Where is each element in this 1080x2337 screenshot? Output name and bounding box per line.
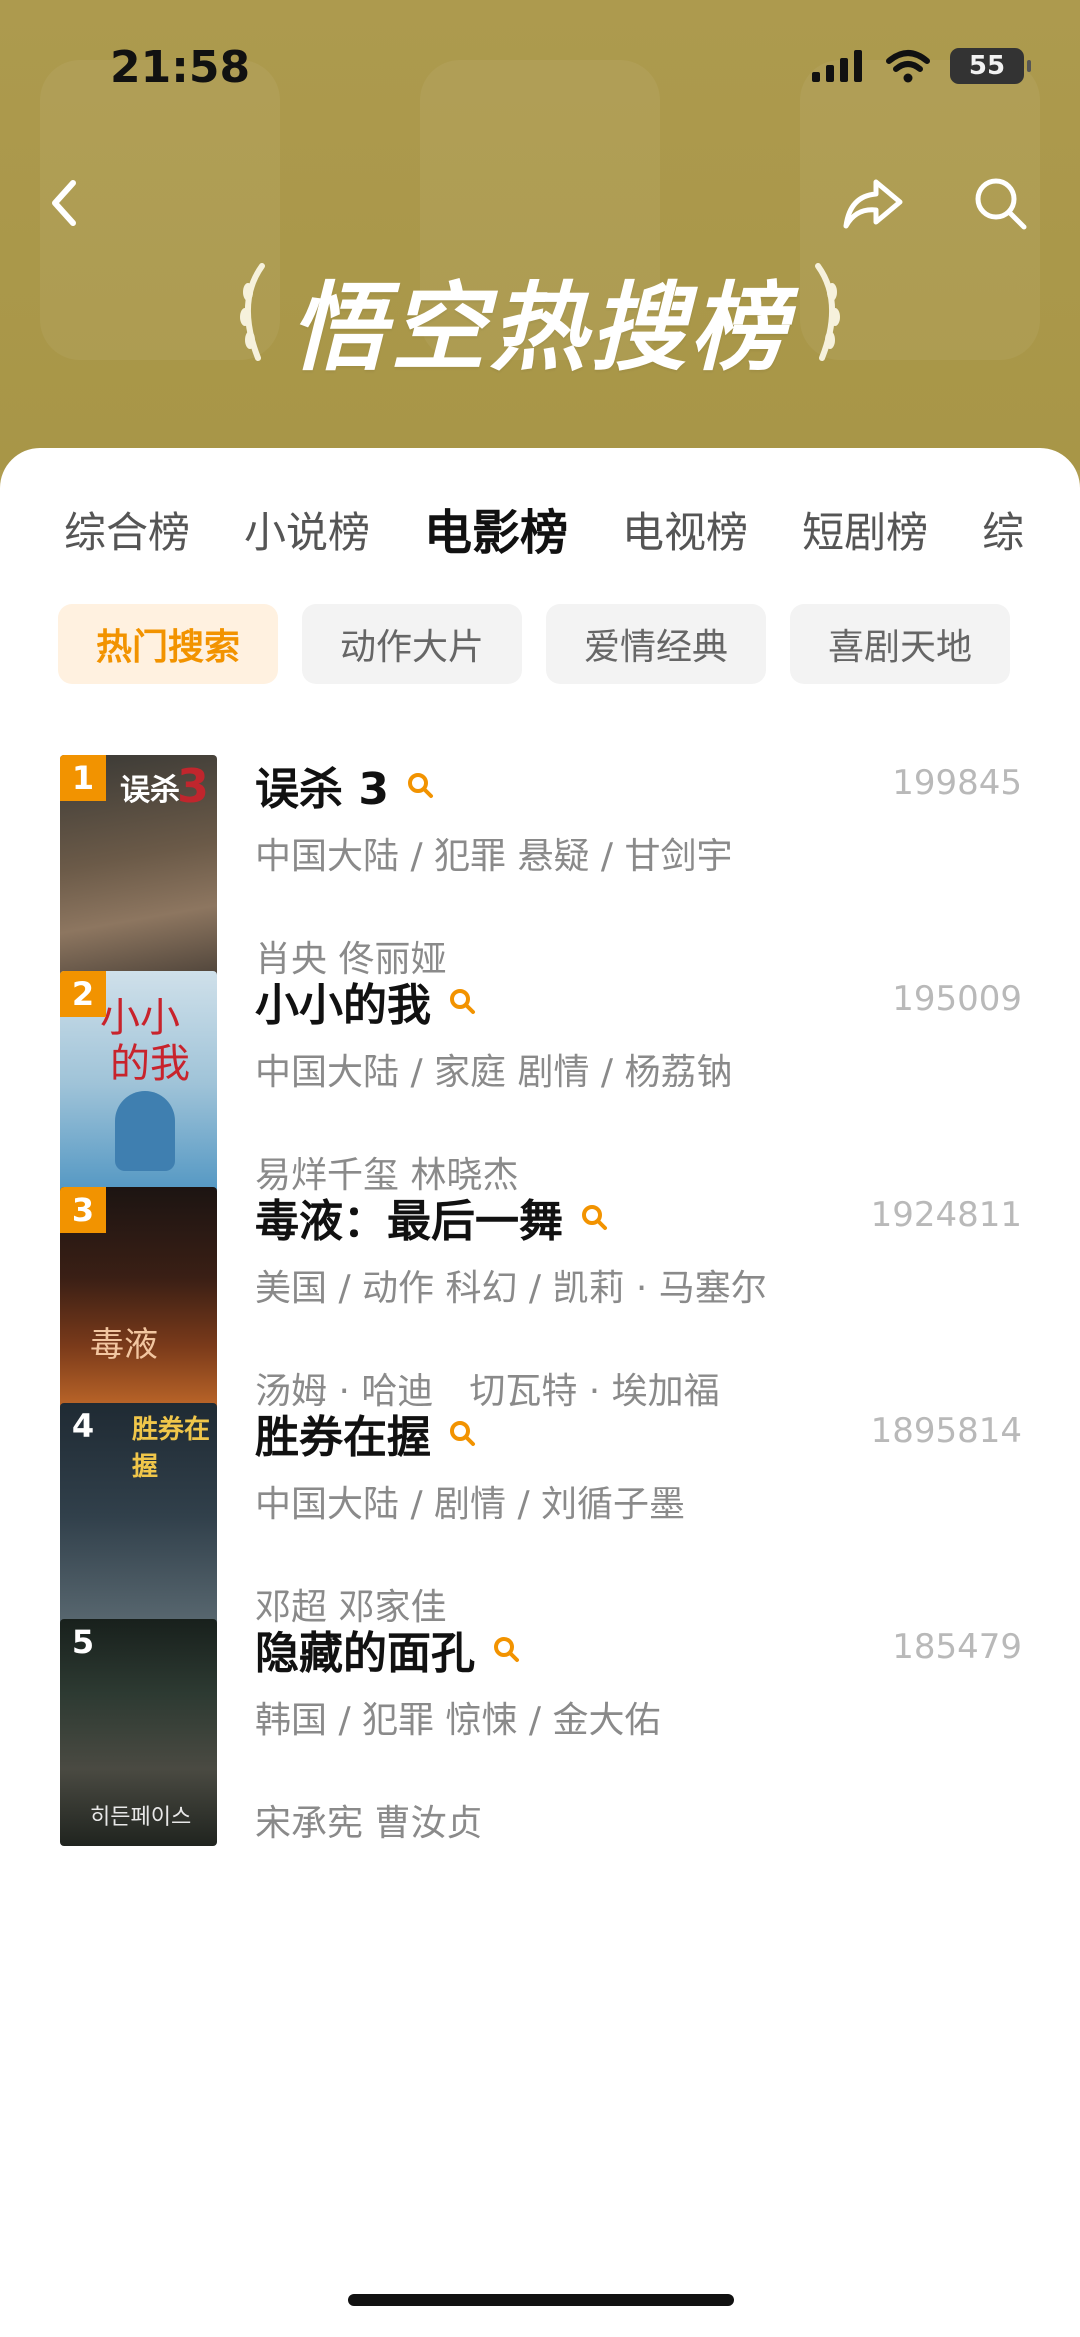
title-row: 小小的我 — [255, 971, 477, 1031]
movie-meta: 韩国 / 犯罪 惊悚 / 金大佑 — [255, 1700, 661, 1741]
wifi-icon — [886, 50, 930, 83]
rank-badge: 4 — [71, 1407, 95, 1445]
movie-title: 胜券在握 — [255, 1412, 431, 1463]
signal-icon — [812, 50, 862, 82]
rank-badge: 3 — [60, 1187, 106, 1233]
list-item[interactable]: 胜券在握 4 胜券在握 1895814 中国大陆 / 剧情 / 刘循子墨 邓超 … — [0, 1403, 1080, 1633]
home-indicator[interactable] — [348, 2294, 734, 2306]
banner-title: 悟空热搜榜 — [290, 272, 790, 384]
hot-score: 1924811 — [870, 1195, 1022, 1235]
movie-title: 误杀 3 — [255, 764, 389, 815]
list-item[interactable]: 히든페이스 5 隐藏的面孔 185479 韩国 / 犯罪 惊悚 / 金大佑 宋承… — [0, 1619, 1080, 1849]
chip-hot-search[interactable]: 热门搜索 — [58, 604, 278, 684]
banner: 悟空热搜榜 — [0, 250, 1080, 389]
movie-title: 隐藏的面孔 — [255, 1628, 475, 1679]
hot-score: 185479 — [892, 1627, 1022, 1667]
category-tabs: 综合榜 小说榜 电影榜 电视榜 短剧榜 综 — [64, 503, 1024, 563]
title-row: 胜券在握 — [255, 1403, 477, 1463]
hot-score: 1895814 — [870, 1411, 1022, 1451]
movie-poster[interactable]: 히든페이스 5 — [60, 1619, 217, 1846]
rank-badge: 5 — [71, 1623, 95, 1661]
hot-score: 199845 — [892, 763, 1022, 803]
movie-poster[interactable]: 误杀 3 1 — [60, 755, 217, 982]
search-icon[interactable] — [491, 1634, 521, 1664]
share-button[interactable] — [838, 168, 908, 238]
search-icon — [975, 178, 1027, 230]
rank-badge: 2 — [60, 971, 106, 1017]
title-row: 误杀 3 — [255, 755, 435, 815]
status-icons: 55 — [812, 48, 1031, 84]
list-item[interactable]: 毒液 3 毒液：最后一舞 1924811 美国 / 动作 科幻 / 凯莉 · 马… — [0, 1187, 1080, 1417]
search-icon[interactable] — [405, 770, 435, 800]
rank-badge: 1 — [60, 755, 106, 801]
status-time: 21:58 — [110, 42, 251, 93]
battery-icon: 55 — [950, 48, 1031, 84]
movie-meta: 中国大陆 / 剧情 / 刘循子墨 — [255, 1484, 686, 1525]
tab-short-drama[interactable]: 短剧榜 — [802, 503, 928, 563]
chip-romance[interactable]: 爱情经典 — [546, 604, 766, 684]
movie-cast: 宋承宪 曹汝贞 — [255, 1803, 483, 1844]
tab-tv[interactable]: 电视榜 — [622, 503, 748, 563]
movie-title: 毒液：最后一舞 — [255, 1196, 563, 1247]
movie-poster[interactable]: 胜券在握 4 — [60, 1403, 217, 1630]
movie-meta: 中国大陆 / 家庭 剧情 / 杨荔钠 — [255, 1052, 733, 1093]
hot-score: 195009 — [892, 979, 1022, 1019]
movie-title: 小小的我 — [255, 980, 431, 1031]
title-row: 毒液：最后一舞 — [255, 1187, 609, 1247]
tab-novel[interactable]: 小说榜 — [244, 503, 370, 563]
filter-chips: 热门搜索 动作大片 爱情经典 喜剧天地 — [58, 604, 1010, 684]
search-button[interactable] — [965, 168, 1035, 238]
back-icon — [52, 180, 76, 226]
tab-comprehensive[interactable]: 综合榜 — [64, 503, 190, 563]
search-icon[interactable] — [579, 1202, 609, 1232]
chip-comedy[interactable]: 喜剧天地 — [790, 604, 1010, 684]
list-item[interactable]: 小小 的我 2 小小的我 195009 中国大陆 / 家庭 剧情 / 杨荔钠 易… — [0, 971, 1080, 1201]
search-icon[interactable] — [447, 986, 477, 1016]
movie-poster[interactable]: 毒液 3 — [60, 1187, 217, 1414]
search-icon[interactable] — [447, 1418, 477, 1448]
tab-variety-partial[interactable]: 综 — [982, 503, 1024, 563]
chip-action[interactable]: 动作大片 — [302, 604, 522, 684]
content-sheet: 综合榜 小说榜 电影榜 电视榜 短剧榜 综 热门搜索 动作大片 爱情经典 喜剧天… — [0, 448, 1080, 2337]
back-button[interactable] — [30, 168, 100, 238]
list-item[interactable]: 误杀 3 1 误杀 3 199845 中国大陆 / 犯罪 悬疑 / 甘剑宇 肖央… — [0, 755, 1080, 985]
title-row: 隐藏的面孔 — [255, 1619, 521, 1679]
movie-meta: 中国大陆 / 犯罪 悬疑 / 甘剑宇 — [255, 836, 733, 877]
movie-meta: 美国 / 动作 科幻 / 凯莉 · 马塞尔 — [255, 1268, 767, 1309]
laurel-right-icon — [815, 263, 840, 361]
share-icon — [843, 179, 903, 229]
tab-movie[interactable]: 电影榜 — [424, 503, 568, 563]
movie-poster[interactable]: 小小 的我 2 — [60, 971, 217, 1198]
